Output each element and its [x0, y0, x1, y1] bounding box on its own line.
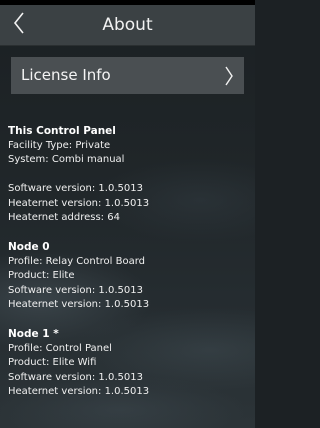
header-bar: About	[0, 5, 255, 46]
software-version: Software version: 1.0.5013	[8, 183, 143, 194]
node-0-software-version: Software version: 1.0.5013	[8, 284, 143, 296]
node-0-profile: Profile: Relay Control Board	[8, 255, 146, 267]
chevron-right-icon	[222, 57, 236, 94]
license-info-button[interactable]: License Info	[11, 57, 244, 94]
this-panel-section: This Control Panel Facility Type: Privat…	[8, 124, 248, 226]
system-type: System: Combi manual	[8, 154, 125, 165]
license-info-label: License Info	[21, 66, 111, 84]
heaternet-version: Heaternet version: 1.0.5013	[8, 197, 150, 209]
about-screen: About License Info This Control Panel Fa…	[0, 0, 255, 428]
heaternet-address: Heaternet address: 64	[8, 212, 120, 223]
facility-type: Facility Type: Private	[8, 139, 111, 151]
node-0-title: Node 0	[8, 241, 50, 253]
node-1-profile: Profile: Control Panel	[8, 342, 112, 354]
node-1-product: Product: Elite Wifi	[8, 357, 97, 368]
chevron-left-icon	[13, 12, 25, 38]
node-0-product: Product: Elite	[8, 270, 75, 281]
node-0-heaternet-version: Heaternet version: 1.0.5013	[8, 299, 150, 310]
back-button[interactable]	[6, 5, 32, 45]
about-info: This Control Panel Facility Type: Privat…	[8, 124, 248, 400]
node-1-heaternet-version: Heaternet version: 1.0.5013	[8, 386, 150, 397]
page-title: About	[102, 15, 153, 35]
this-panel-title: This Control Panel	[8, 125, 116, 137]
node-0-section: Node 0 Profile: Relay Control Board Prod…	[8, 240, 248, 313]
node-1-software-version: Software version: 1.0.5013	[8, 371, 143, 383]
node-1-title: Node 1 *	[8, 328, 59, 340]
node-1-section: Node 1 * Profile: Control Panel Product:…	[8, 327, 248, 400]
